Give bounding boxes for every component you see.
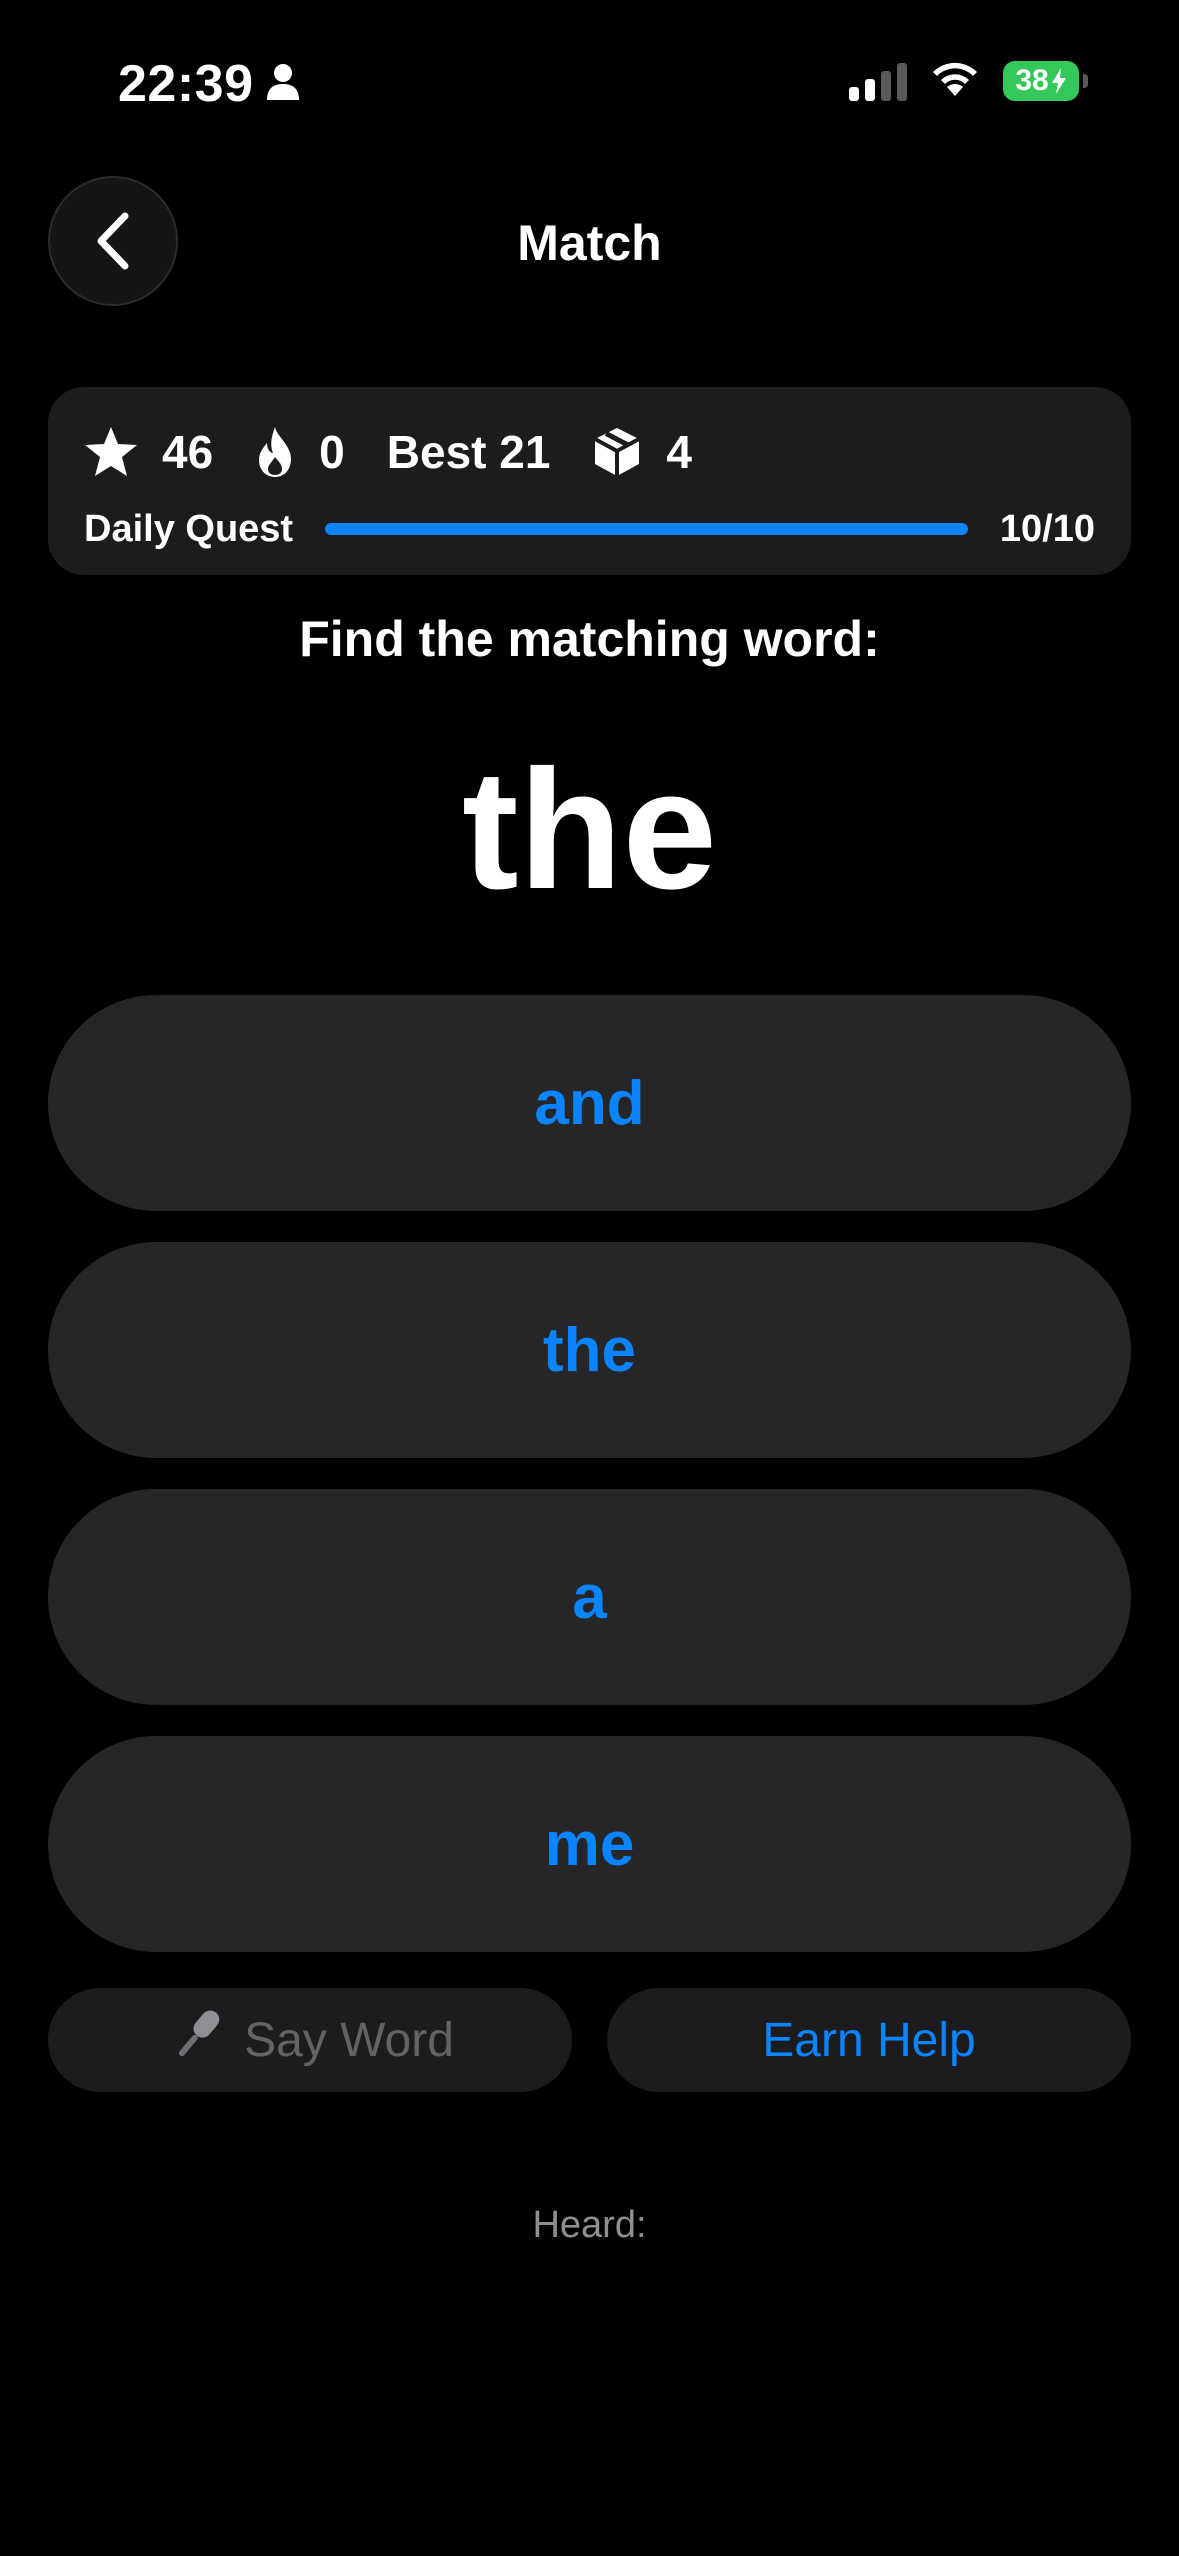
stars-count: 46 [162, 426, 214, 478]
flame-icon [255, 425, 295, 479]
box-count: 4 [666, 426, 693, 478]
daily-quest-progress-text: 10/10 [999, 507, 1095, 550]
choice-button[interactable]: me [48, 1736, 1131, 1952]
earn-help-button[interactable]: Earn Help [607, 1988, 1131, 2092]
wifi-icon [929, 58, 981, 103]
prompt-text: Find the matching word: [299, 611, 880, 667]
daily-quest-row: Daily Quest 10/10 [84, 499, 1095, 559]
box-icon [592, 426, 642, 478]
streak-count: 0 [319, 426, 345, 478]
stats-row: 46 0 Best 21 4 [84, 417, 734, 487]
star-icon [84, 426, 138, 478]
choice-button[interactable]: a [48, 1489, 1131, 1705]
choice-button[interactable]: and [48, 995, 1131, 1211]
target-word: the [462, 735, 717, 925]
stats-card: 46 0 Best 21 4 Daily Quest 10/10 [48, 387, 1131, 575]
choice-button[interactable]: the [48, 1242, 1131, 1458]
match-screen: 22:39 38 Match 46 0 Best 21 4 Daily Ques… [0, 0, 1179, 2556]
daily-quest-label: Daily Quest [84, 507, 294, 550]
say-word-button[interactable]: Say Word [48, 1988, 572, 2092]
page-title: Match [517, 215, 662, 271]
best-score: Best 21 [386, 426, 551, 478]
status-time-text: 22:39 [118, 55, 254, 113]
battery-level: 38 [1015, 63, 1049, 97]
daily-quest-progress-bar [325, 523, 968, 535]
say-word-label: Say Word [244, 2013, 454, 2067]
status-icons: 38 [849, 58, 1088, 103]
person-icon [266, 54, 300, 114]
battery-charging-icon: 38 [1003, 60, 1088, 101]
status-time: 22:39 [118, 54, 300, 114]
signal-icon [849, 61, 907, 101]
daily-quest-progress-fill [325, 523, 968, 535]
microphone-icon [166, 2002, 230, 2078]
heard-label: Heard: [532, 2204, 647, 2246]
